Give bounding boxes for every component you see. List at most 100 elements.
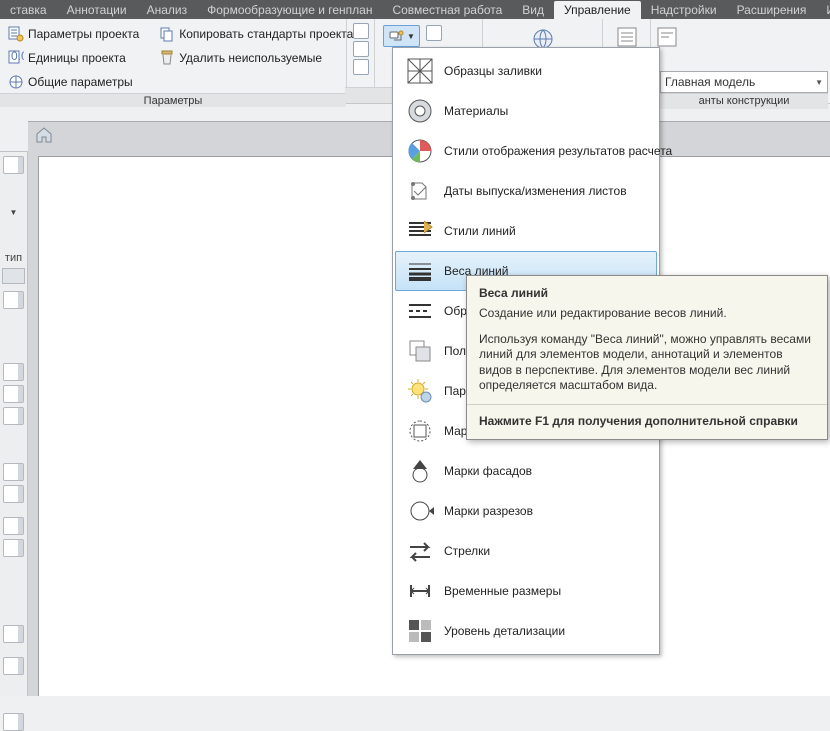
menu-arrowheads[interactable]: Стрелки xyxy=(395,531,657,571)
tab-massing[interactable]: Формообразующие и генплан xyxy=(197,1,382,19)
menu-sheet-dates[interactable]: Даты выпуска/изменения листов xyxy=(395,171,657,211)
menu-section-tags[interactable]: Марки разрезов xyxy=(395,491,657,531)
label: Удалить неиспользуемые xyxy=(179,51,322,65)
label: Уровень детализации xyxy=(444,624,565,638)
tab-addins[interactable]: Надстройки xyxy=(641,1,727,19)
section-tag-icon xyxy=(406,497,434,525)
detail-level-icon xyxy=(406,617,434,645)
purge-icon xyxy=(159,50,175,66)
dock-slot[interactable] xyxy=(3,385,24,403)
tab-cut[interactable]: И xyxy=(816,1,830,19)
misc-btn-2[interactable] xyxy=(353,41,369,57)
menu-analysis-styles[interactable]: Стили отображения результатов расчета xyxy=(395,131,657,171)
tab-annotations[interactable]: Аннотации xyxy=(57,1,137,19)
tab-view[interactable]: Вид xyxy=(512,1,554,19)
variant-combo[interactable]: Главная модель ▼ xyxy=(660,71,828,93)
line-patterns-icon xyxy=(406,297,434,325)
menu-detail-level[interactable]: Уровень детализации xyxy=(395,611,657,651)
additional-settings-dropdown[interactable]: ▼ xyxy=(383,25,420,47)
tooltip-footer: Нажмите F1 для получения дополнительной … xyxy=(479,413,815,429)
tooltip-divider xyxy=(467,404,827,405)
tooltip-title: Веса линий xyxy=(479,286,815,300)
btn-copy-standards[interactable]: Копировать стандарты проекта xyxy=(157,23,355,45)
temp-dims-icon xyxy=(406,577,434,605)
dock-label: тип xyxy=(0,252,27,264)
sheet-dates-icon xyxy=(406,177,434,205)
variants-icon[interactable] xyxy=(657,27,677,47)
callout-tag-icon xyxy=(406,417,434,445)
home-view-icon[interactable] xyxy=(34,124,54,144)
shared-parameters-icon xyxy=(8,74,24,90)
misc-btn-1[interactable] xyxy=(353,23,369,39)
left-dock: ▼ тип xyxy=(0,151,28,696)
btn-shared-parameters[interactable]: Общие параметры xyxy=(6,71,141,93)
btn-project-units[interactable]: 0.0 Единицы проекта xyxy=(6,47,141,69)
label: Параметры проекта xyxy=(28,27,139,41)
label: Стили линий xyxy=(444,224,516,238)
tooltip-body: Используя команду "Веса линий", можно уп… xyxy=(479,332,815,394)
line-weights-icon xyxy=(406,257,434,285)
dock-slot[interactable] xyxy=(3,657,24,675)
btn-purge-unused[interactable]: Удалить неиспользуемые xyxy=(157,47,355,69)
fill-patterns-icon xyxy=(406,57,434,85)
svg-text:0.0: 0.0 xyxy=(11,50,24,63)
combo-value: Главная модель xyxy=(665,75,755,89)
dock-slot[interactable] xyxy=(3,713,24,731)
arrowheads-icon xyxy=(406,537,434,565)
misc-btn-3[interactable] xyxy=(353,59,369,75)
btn-project-parameters[interactable]: Параметры проекта xyxy=(6,23,141,45)
dock-slot[interactable] xyxy=(3,156,24,174)
label: Единицы проекта xyxy=(28,51,126,65)
menu-temp-dims[interactable]: Временные размеры xyxy=(395,571,657,611)
label: Копировать стандарты проекта xyxy=(179,27,353,41)
ribbon-tabs: ставка Аннотации Анализ Формообразующие … xyxy=(0,0,830,19)
elevation-tag-icon xyxy=(406,457,434,485)
menu-fill-patterns[interactable]: Образцы заливки xyxy=(395,51,657,91)
chevron-down-icon: ▼ xyxy=(407,32,415,41)
menu-elevation-tags[interactable]: Марки фасадов xyxy=(395,451,657,491)
small-btn-1[interactable] xyxy=(426,25,442,41)
dock-slot[interactable] xyxy=(3,463,24,481)
paint-settings-icon xyxy=(388,28,404,44)
panel-misc xyxy=(347,19,375,103)
dock-slot[interactable] xyxy=(3,625,24,643)
dock-slot[interactable] xyxy=(3,407,24,425)
panel-title: Параметры xyxy=(0,93,346,107)
copy-standards-icon xyxy=(159,26,175,42)
dock-header-cell[interactable] xyxy=(2,268,25,284)
tooltip: Веса линий Создание или редактирование в… xyxy=(466,275,828,440)
tab-manage[interactable]: Управление xyxy=(554,1,641,19)
label: Даты выпуска/изменения листов xyxy=(444,184,627,198)
dock-slot[interactable] xyxy=(3,517,24,535)
sun-icon xyxy=(406,377,434,405)
dock-slot[interactable] xyxy=(3,485,24,503)
tab-analysis[interactable]: Анализ xyxy=(137,1,198,19)
panel-parameters: Параметры проекта 0.0 Единицы проекта Об… xyxy=(0,19,347,103)
project-parameters-icon xyxy=(8,26,24,42)
menu-line-styles[interactable]: Стили линий xyxy=(395,211,657,251)
label: Образцы заливки xyxy=(444,64,542,78)
label: Временные размеры xyxy=(444,584,561,598)
label: Стили отображения результатов расчета xyxy=(444,144,672,158)
label: Общие параметры xyxy=(28,75,133,89)
list-icon[interactable] xyxy=(617,27,637,47)
label: Марки фасадов xyxy=(444,464,532,478)
tooltip-summary: Создание или редактирование весов линий. xyxy=(479,306,815,322)
label: Материалы xyxy=(444,104,508,118)
tab-insert[interactable]: ставка xyxy=(0,1,57,19)
label: Стрелки xyxy=(444,544,490,558)
label: Марки разрезов xyxy=(444,504,533,518)
chevron-down-icon[interactable]: ▼ xyxy=(0,208,27,217)
line-styles-icon xyxy=(406,217,434,245)
dock-slot[interactable] xyxy=(3,363,24,381)
panel-title: анты конструкции xyxy=(660,93,828,109)
tab-collab[interactable]: Совместная работа xyxy=(382,1,512,19)
tab-extensions[interactable]: Расширения xyxy=(727,1,817,19)
project-units-icon: 0.0 xyxy=(8,50,24,66)
menu-materials[interactable]: Материалы xyxy=(395,91,657,131)
halftone-icon xyxy=(406,337,434,365)
dock-slot[interactable] xyxy=(3,539,24,557)
dock-slot[interactable] xyxy=(3,291,24,309)
panel-right: Главная модель ▼ анты конструкции xyxy=(660,71,830,109)
materials-icon xyxy=(406,97,434,125)
